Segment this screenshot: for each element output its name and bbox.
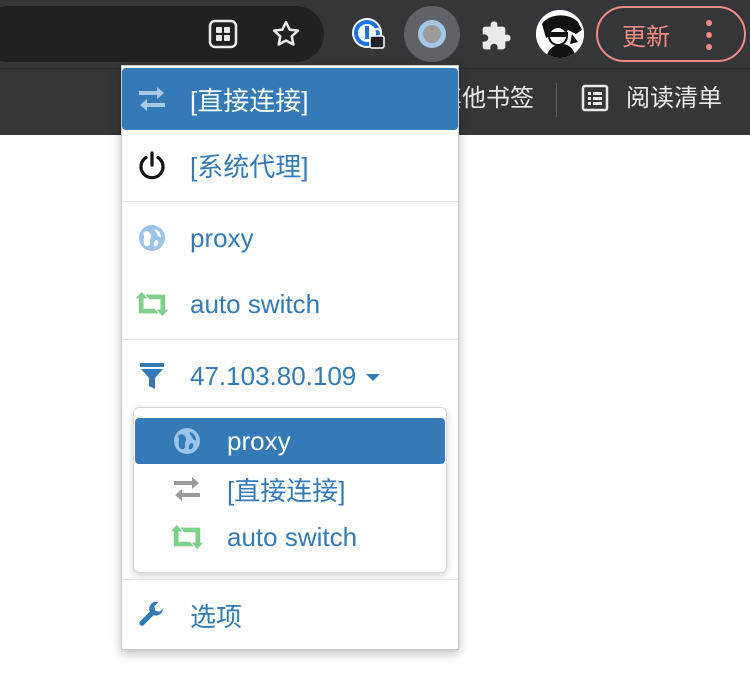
menu-item-options[interactable]: 选项	[122, 584, 458, 646]
menu-item-label: [直接连接]	[190, 85, 309, 116]
profile-avatar[interactable]	[536, 10, 584, 58]
menu-item-label: proxy	[190, 222, 254, 253]
submenu-item-label: proxy	[227, 425, 291, 456]
menu-item-label: 选项	[190, 601, 243, 632]
proxy-switcher-popup: [直接连接] [系统代理] proxy auto switch 47.103.8…	[121, 65, 459, 650]
menu-item-system-proxy[interactable]: [系统代理]	[122, 132, 458, 198]
submenu-item-label: [直接连接]	[227, 475, 346, 506]
menu-divider	[122, 579, 458, 580]
menu-item-auto-switch[interactable]: auto switch	[122, 272, 458, 336]
menu-item-label: 47.103.80.109	[190, 361, 381, 392]
tab-grid-icon[interactable]	[205, 16, 241, 52]
transfer-arrows-icon	[136, 83, 168, 115]
menu-divider	[122, 201, 458, 202]
submenu-item-proxy[interactable]: proxy	[135, 418, 445, 464]
power-icon	[136, 149, 168, 181]
browser-update-button[interactable]: 更新	[596, 6, 746, 62]
filter-icon	[136, 360, 168, 392]
update-label: 更新	[622, 23, 670, 51]
globe-icon	[136, 222, 168, 254]
extensions-puzzle-icon[interactable]	[476, 16, 516, 56]
menu-item-proxy[interactable]: proxy	[122, 206, 458, 270]
retweet-icon	[171, 521, 203, 553]
menu-item-current-rule-dropdown[interactable]: 47.103.80.109	[122, 344, 458, 408]
globe-icon	[171, 425, 203, 457]
browser-toolbar: 更新	[0, 0, 750, 68]
caret-down-icon	[366, 374, 381, 382]
retweet-icon	[136, 288, 168, 320]
menu-item-label: [系统代理]	[190, 151, 309, 182]
bookmarks-separator	[556, 83, 557, 117]
submenu-item-direct[interactable]: [直接连接]	[135, 466, 445, 512]
rule-submenu: proxy [直接连接] auto switch	[133, 407, 447, 573]
proxy-switcher-extension-icon[interactable]	[414, 16, 450, 52]
password-extension-icon[interactable]	[350, 16, 386, 52]
menu-divider	[122, 339, 458, 340]
kebab-menu-icon[interactable]	[706, 20, 714, 56]
menu-item-direct[interactable]: [直接连接]	[122, 68, 458, 130]
reading-list-icon[interactable]	[580, 83, 610, 113]
reading-list-label[interactable]: 阅读清单	[626, 69, 722, 129]
wrench-icon	[136, 599, 168, 631]
submenu-item-auto-switch[interactable]: auto switch	[135, 514, 445, 560]
transfer-arrows-icon	[171, 473, 203, 505]
submenu-item-label: auto switch	[227, 521, 358, 552]
menu-item-label: auto switch	[190, 288, 321, 319]
bookmark-star-icon[interactable]	[268, 16, 304, 52]
